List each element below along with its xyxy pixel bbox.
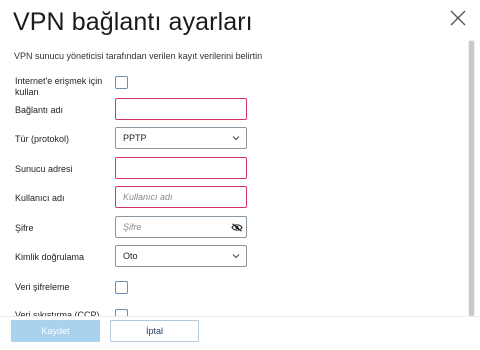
password-label: Şifre	[15, 223, 34, 233]
cancel-button[interactable]: İptal	[110, 320, 199, 342]
protocol-select-value: PPTP	[123, 133, 147, 143]
server-address-label: Sunucu adresi	[15, 164, 73, 174]
auth-select-value: Oto	[123, 251, 138, 261]
username-label: Kullanıcı adı	[15, 193, 65, 203]
save-button[interactable]: Kaydet	[11, 320, 100, 342]
chevron-down-icon	[232, 254, 240, 259]
protocol-select[interactable]: PPTP	[115, 127, 247, 149]
eye-off-icon[interactable]	[231, 223, 243, 232]
compression-checkbox[interactable]	[115, 309, 128, 316]
close-icon[interactable]	[447, 7, 469, 29]
password-input[interactable]	[115, 216, 247, 238]
scrollbar-thumb[interactable]	[469, 41, 474, 316]
encryption-checkbox[interactable]	[115, 281, 128, 294]
auth-label: Kimlik doğrulama	[15, 252, 85, 262]
chevron-down-icon	[232, 136, 240, 141]
protocol-label: Tür (protokol)	[15, 134, 70, 144]
auth-select[interactable]: Oto	[115, 245, 247, 267]
encryption-label: Veri şifreleme	[15, 282, 70, 292]
connection-name-input[interactable]	[115, 98, 247, 120]
internet-access-label: Internet'e erişmek için kullan	[15, 76, 103, 97]
connection-name-label: Bağlantı adı	[15, 105, 64, 115]
dialog-subtitle: VPN sunucu yöneticisi tarafından verilen…	[14, 51, 263, 61]
server-address-input[interactable]	[115, 157, 247, 179]
username-input[interactable]	[115, 186, 247, 208]
internet-access-checkbox[interactable]	[115, 76, 128, 89]
dialog-title: VPN bağlantı ayarları	[13, 8, 253, 36]
